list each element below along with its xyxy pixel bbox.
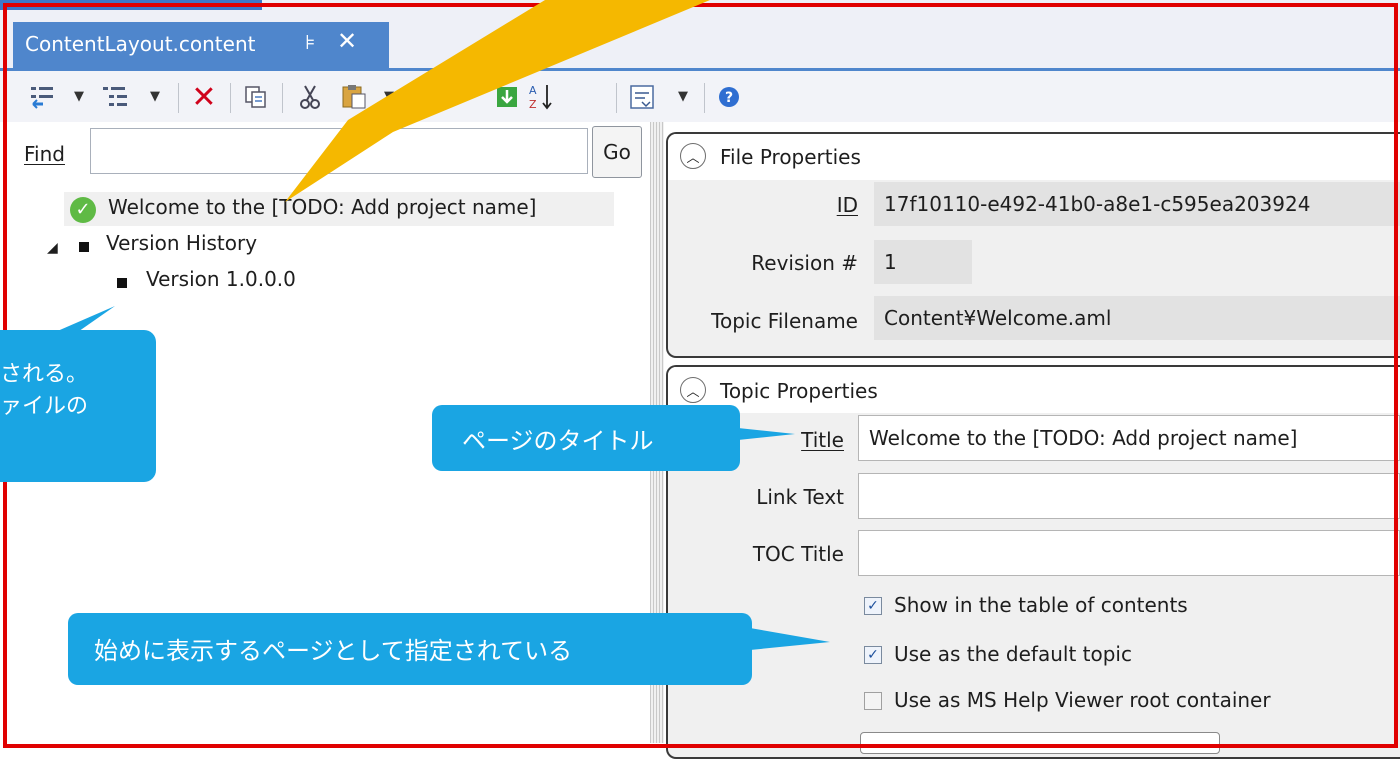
tree-callout-line1: される。 xyxy=(0,362,89,387)
tree-callout-line2: ァイルの xyxy=(0,394,89,419)
default-topic-callout-text: 始めに表示するページとして指定されている xyxy=(94,637,573,665)
title-callout-text: ページのタイトル xyxy=(462,427,654,455)
title-callout: ページのタイトル xyxy=(432,405,740,471)
tree-callout: される。 ァイルの xyxy=(0,330,156,482)
default-topic-callout: 始めに表示するページとして指定されている xyxy=(68,613,752,685)
